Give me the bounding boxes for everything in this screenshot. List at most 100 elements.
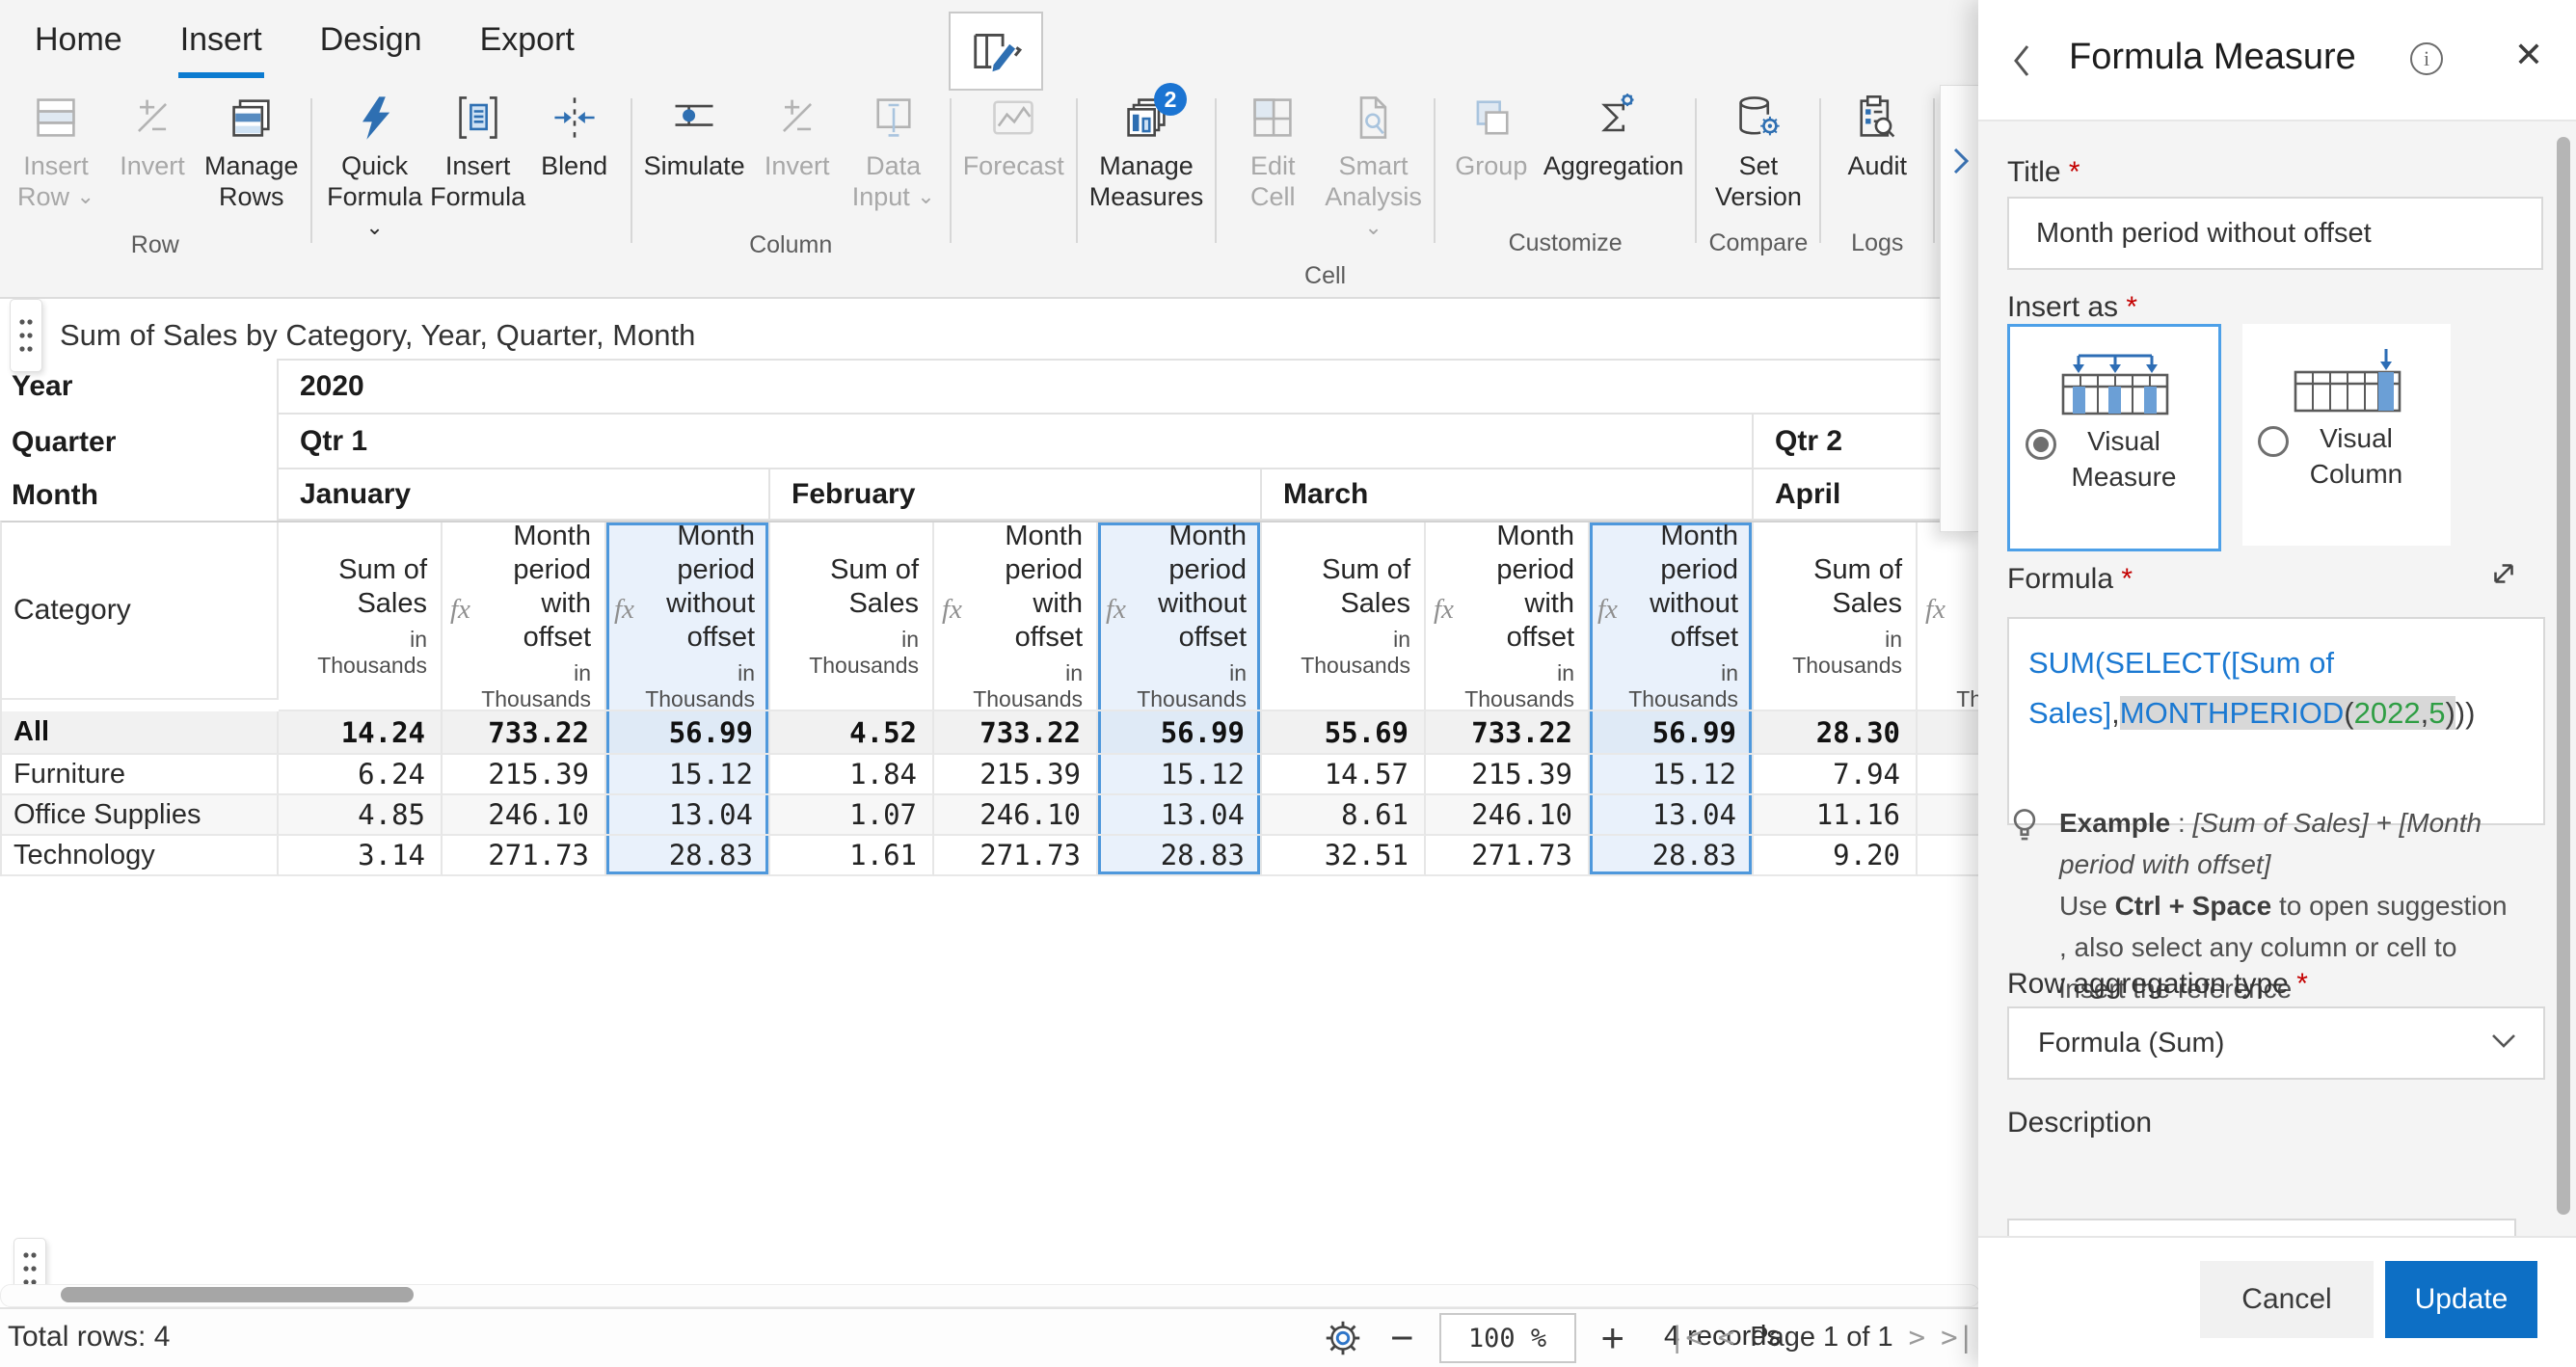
month-value-march[interactable]: March — [1260, 469, 1752, 521]
data-cell[interactable]: 14.24 — [279, 711, 443, 755]
row-label-all[interactable]: All — [2, 711, 279, 755]
data-cell[interactable]: 28.83 — [1590, 836, 1754, 876]
tab-design[interactable]: Design — [318, 13, 424, 78]
data-cell[interactable]: 733.22 — [934, 711, 1098, 755]
data-cell[interactable]: 271.73 — [443, 836, 606, 876]
ribbon-button-simulate[interactable]: Simulate — [644, 93, 745, 212]
row-label-technology[interactable]: Technology — [2, 836, 279, 876]
measure-header-6[interactable]: Sum of Salesin Thousands — [1262, 523, 1426, 711]
data-cell[interactable]: 271.73 — [1426, 836, 1590, 876]
ribbon-button-set-version[interactable]: SetVersion — [1714, 93, 1803, 212]
back-button[interactable] — [2007, 39, 2036, 88]
row-aggregation-select[interactable]: Formula (Sum) — [2007, 1006, 2545, 1080]
close-button[interactable]: ✕ — [2514, 35, 2543, 75]
edit-mode-button[interactable] — [949, 12, 1043, 91]
data-cell[interactable] — [1918, 711, 1978, 755]
zoom-level-value[interactable]: 100 % — [1439, 1313, 1576, 1363]
year-value[interactable]: 2020 — [277, 359, 1978, 415]
panel-scrollbar-thumb[interactable] — [2557, 137, 2570, 1215]
last-page-button[interactable]: >| — [1941, 1321, 1974, 1354]
data-cell[interactable] — [1918, 836, 1978, 876]
data-cell[interactable] — [1918, 795, 1978, 836]
measure-header-10[interactable]: fx Month period with offsetin Thousands — [1918, 523, 1978, 711]
month-value-february[interactable]: February — [768, 469, 1260, 521]
data-cell[interactable]: 4.52 — [770, 711, 934, 755]
ribbon-button-aggregation[interactable]: Aggregation — [1543, 93, 1684, 212]
update-button[interactable]: Update — [2385, 1261, 2537, 1338]
data-cell[interactable]: 56.99 — [606, 711, 770, 755]
data-cell[interactable]: 8.61 — [1262, 795, 1426, 836]
tab-insert[interactable]: Insert — [178, 13, 264, 78]
ribbon-button-blend[interactable]: Blend — [530, 93, 619, 212]
ribbon-overflow-button[interactable] — [1940, 85, 1982, 532]
measure-header-2[interactable]: fx Month period without offsetin Thousan… — [606, 523, 770, 711]
data-cell[interactable]: 1.07 — [770, 795, 934, 836]
data-cell[interactable]: 11.16 — [1754, 795, 1918, 836]
data-cell[interactable]: 56.99 — [1590, 711, 1754, 755]
data-cell[interactable]: 3.14 — [279, 836, 443, 876]
data-cell[interactable]: 28.83 — [1098, 836, 1262, 876]
data-cell[interactable]: 246.10 — [443, 795, 606, 836]
data-cell[interactable]: 13.04 — [1098, 795, 1262, 836]
data-cell[interactable]: 733.22 — [1426, 711, 1590, 755]
data-cell[interactable]: 1.61 — [770, 836, 934, 876]
data-cell[interactable]: 15.12 — [606, 755, 770, 795]
measure-header-4[interactable]: fx Month period with offsetin Thousands — [934, 523, 1098, 711]
measure-header-5[interactable]: fx Month period without offsetin Thousan… — [1098, 523, 1262, 711]
horizontal-scrollbar[interactable] — [0, 1284, 1980, 1307]
expand-formula-icon[interactable] — [2487, 557, 2520, 595]
ribbon-button-quick-formula[interactable]: QuickFormula ⌄ — [324, 93, 426, 245]
formula-editor[interactable]: SUM(SELECT([Sum ofSales],MONTHPERIOD(202… — [2007, 617, 2545, 825]
zoom-in-button[interactable]: + — [1601, 1319, 1625, 1357]
data-cell[interactable]: 15.12 — [1590, 755, 1754, 795]
data-cell[interactable]: 733.22 — [443, 711, 606, 755]
title-input[interactable]: Month period without offset — [2007, 197, 2543, 270]
ribbon-button-audit[interactable]: Audit — [1833, 93, 1921, 212]
visual-column-option[interactable]: Visual Column — [2242, 324, 2451, 546]
data-cell[interactable]: 9.20 — [1754, 836, 1918, 876]
data-cell[interactable]: 55.69 — [1262, 711, 1426, 755]
data-cell[interactable]: 215.39 — [934, 755, 1098, 795]
data-cell[interactable]: 13.04 — [606, 795, 770, 836]
ribbon-button-manage-measures[interactable]: 2 ManageMeasures — [1089, 93, 1204, 212]
ribbon-button-insert-formula[interactable]: InsertFormula — [434, 93, 523, 212]
measure-header-3[interactable]: Sum of Salesin Thousands — [770, 523, 934, 711]
measure-header-1[interactable]: fx Month period with offsetin Thousands — [443, 523, 606, 711]
data-cell[interactable]: 215.39 — [1426, 755, 1590, 795]
data-cell[interactable]: 246.10 — [1426, 795, 1590, 836]
measure-header-9[interactable]: Sum of Salesin Thousands — [1754, 523, 1918, 711]
horizontal-scrollbar-thumb[interactable] — [61, 1287, 414, 1302]
cancel-button[interactable]: Cancel — [2200, 1261, 2374, 1338]
tab-home[interactable]: Home — [33, 13, 124, 78]
first-page-button[interactable]: |< — [1669, 1321, 1703, 1354]
data-cell[interactable]: 1.84 — [770, 755, 934, 795]
info-icon[interactable]: i — [2410, 42, 2443, 75]
row-label-furniture[interactable]: Furniture — [2, 755, 279, 795]
data-cell[interactable]: 28.83 — [606, 836, 770, 876]
data-cell[interactable]: 28.30 — [1754, 711, 1918, 755]
prev-page-button[interactable]: < — [1718, 1321, 1734, 1354]
data-cell[interactable]: 32.51 — [1262, 836, 1426, 876]
data-cell[interactable]: 215.39 — [443, 755, 606, 795]
row-label-office-supplies[interactable]: Office Supplies — [2, 795, 279, 836]
settings-gear-icon[interactable] — [1321, 1316, 1365, 1360]
tab-export[interactable]: Export — [478, 13, 577, 78]
ribbon-button-manage-rows[interactable]: ManageRows — [204, 93, 299, 212]
data-cell[interactable] — [1918, 755, 1978, 795]
data-cell[interactable]: 4.85 — [279, 795, 443, 836]
measure-header-8[interactable]: fx Month period without offsetin Thousan… — [1590, 523, 1754, 711]
measure-header-7[interactable]: fx Month period with offsetin Thousands — [1426, 523, 1590, 711]
data-cell[interactable]: 14.57 — [1262, 755, 1426, 795]
data-cell[interactable]: 13.04 — [1590, 795, 1754, 836]
data-cell[interactable]: 6.24 — [279, 755, 443, 795]
data-cell[interactable]: 246.10 — [934, 795, 1098, 836]
data-cell[interactable]: 271.73 — [934, 836, 1098, 876]
month-value-january[interactable]: January — [277, 469, 768, 521]
data-cell[interactable]: 56.99 — [1098, 711, 1262, 755]
data-cell[interactable]: 15.12 — [1098, 755, 1262, 795]
next-page-button[interactable]: > — [1909, 1321, 1925, 1354]
data-cell[interactable]: 7.94 — [1754, 755, 1918, 795]
quarter-value-qtr-1[interactable]: Qtr 1 — [277, 415, 1752, 469]
measure-header-0[interactable]: Sum of Salesin Thousands — [279, 523, 443, 711]
zoom-out-button[interactable]: − — [1390, 1319, 1414, 1357]
